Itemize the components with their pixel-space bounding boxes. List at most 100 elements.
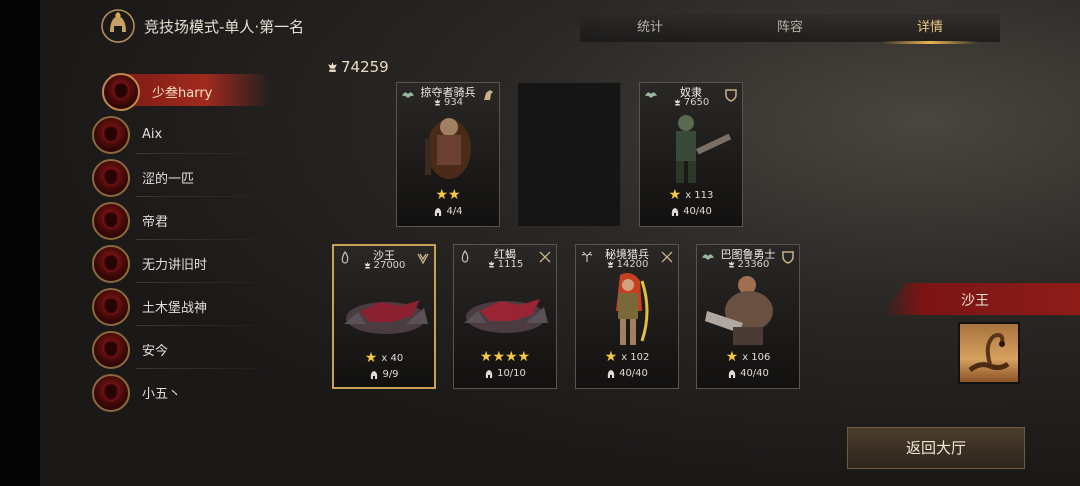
unit-card[interactable]: 红蝎 1115 ★★★★ 10/10 [453, 244, 557, 389]
capacity-value: 9/9 [382, 369, 399, 380]
unit-stars: ★ x 40 [334, 350, 434, 366]
power-icon [364, 261, 371, 269]
player-name: 无力讲旧时 [142, 258, 208, 273]
star-multiplier: x 113 [685, 189, 714, 201]
selected-hero-name: 沙王 [961, 293, 989, 309]
capacity-value: 40/40 [619, 368, 648, 379]
capacity-value: 10/10 [497, 368, 526, 379]
left-edge-strip [0, 0, 40, 486]
unit-power-value: 1115 [497, 259, 524, 270]
avatar [92, 158, 130, 197]
helmet-icon [435, 207, 442, 216]
unit-capacity: 40/40 [697, 368, 799, 379]
unit-stars: ★★★★ [454, 349, 556, 365]
star-multiplier: x 106 [742, 351, 771, 363]
sand-king-art [344, 300, 428, 334]
unit-stars: ★ x 102 [576, 349, 678, 365]
unit-power-value: 934 [443, 97, 464, 108]
unit-power-value: 7650 [683, 97, 710, 108]
unit-capacity: 10/10 [454, 368, 556, 379]
return-lobby-button[interactable]: 返回大厅 [847, 427, 1025, 469]
baturu-warrior-art [705, 276, 773, 345]
unit-stars: ★ x 106 [697, 349, 799, 365]
capacity-value: 40/40 [740, 368, 769, 379]
team-power-value: 74259 [341, 58, 389, 76]
capacity-value: 4/4 [446, 206, 463, 217]
unit-capacity: 40/40 [640, 206, 742, 217]
raider-cavalry-art [425, 118, 471, 179]
avatar [92, 287, 130, 326]
unit-capacity: 9/9 [334, 369, 434, 380]
unit-card[interactable]: 巴图鲁勇士 23360 ★ x 106 40/40 [696, 244, 800, 389]
unit-card[interactable]: 秘境猎兵 14200 ★ x 102 40/40 [575, 244, 679, 389]
power-icon [328, 61, 337, 72]
unit-power: 27000 [334, 260, 434, 271]
unit-power: 7650 [640, 97, 742, 108]
page-title: 竞技场模式-单人·第一名 [144, 17, 305, 36]
star-icon: ★ [604, 349, 618, 365]
tab-details[interactable]: 详情 [860, 14, 1000, 44]
player-item[interactable]: 小五丶 [92, 371, 272, 414]
player-item[interactable]: 安今 [92, 328, 276, 371]
unit-stars: ★ x 113 [640, 187, 742, 203]
avatar [92, 330, 130, 369]
star-icon: ★ [725, 349, 739, 365]
player-name: 少叁harry [152, 86, 213, 101]
unit-power: 1115 [454, 259, 556, 270]
unit-capacity: 40/40 [576, 368, 678, 379]
power-icon [434, 98, 441, 106]
unit-power: 14200 [576, 259, 678, 270]
unit-card[interactable]: 掠夺者骑兵 934 ★★ 4/4 [396, 82, 500, 227]
player-item[interactable]: 少叁harry [92, 70, 272, 113]
avatar [102, 72, 140, 111]
avatar [92, 201, 130, 240]
divider [136, 368, 276, 369]
unit-card-selected[interactable]: 沙王 27000 ★ x 40 9/9 [332, 244, 436, 389]
player-name: 安今 [142, 344, 169, 359]
player-name: 土木堡战神 [142, 301, 208, 316]
player-item[interactable]: 帝君 [92, 199, 276, 242]
red-scorpion-art [464, 299, 548, 333]
header: 竞技场模式-单人·第一名 [100, 8, 304, 44]
unit-power: 23360 [697, 259, 799, 270]
star-icon: ★★ [435, 187, 461, 203]
slave-art [676, 115, 732, 183]
scorpion-icon [968, 333, 1010, 373]
player-name: 帝君 [142, 215, 169, 230]
player-item[interactable]: 土木堡战神 [92, 285, 276, 328]
capacity-value: 40/40 [683, 206, 712, 217]
tab-bar: 统计 阵容 详情 [580, 14, 1000, 44]
helmet-icon [485, 369, 493, 378]
helmet-icon [728, 369, 736, 378]
spartan-helmet-icon [101, 9, 135, 43]
power-icon [488, 260, 495, 268]
tab-stats[interactable]: 统计 [580, 14, 720, 42]
divider [136, 196, 276, 197]
player-name: 涩的一匹 [142, 172, 195, 187]
power-icon [728, 260, 735, 268]
secret-realm-ranger-art [616, 273, 649, 345]
hero-skill-portrait[interactable] [958, 322, 1020, 384]
avatar [92, 373, 130, 412]
unit-power-value: 14200 [616, 259, 649, 270]
star-icon: ★ [668, 187, 682, 203]
player-item[interactable]: Aix [92, 113, 276, 156]
divider [136, 153, 276, 154]
unit-stars: ★★ [397, 187, 499, 203]
tab-lineup[interactable]: 阵容 [720, 14, 860, 42]
helmet-icon [371, 370, 378, 379]
unit-card[interactable]: 奴隶 7650 ★ x 113 40/40 [639, 82, 743, 227]
unit-power-value: 27000 [373, 260, 406, 271]
unit-capacity: 4/4 [397, 206, 499, 217]
helmet-icon [671, 207, 679, 216]
player-name: 小五丶 [142, 387, 182, 402]
power-icon [674, 98, 681, 106]
unit-power-value: 23360 [737, 259, 770, 270]
empty-unit-slot[interactable] [517, 82, 621, 227]
player-list: 少叁harry Aix 涩的一匹 帝君 无力讲旧时 土木堡战神 安今 小五丶 [92, 70, 276, 414]
team-power: 74259 [326, 58, 389, 76]
star-icon: ★★★★ [479, 349, 531, 365]
divider [136, 325, 276, 326]
player-item[interactable]: 涩的一匹 [92, 156, 276, 199]
player-item[interactable]: 无力讲旧时 [92, 242, 276, 285]
